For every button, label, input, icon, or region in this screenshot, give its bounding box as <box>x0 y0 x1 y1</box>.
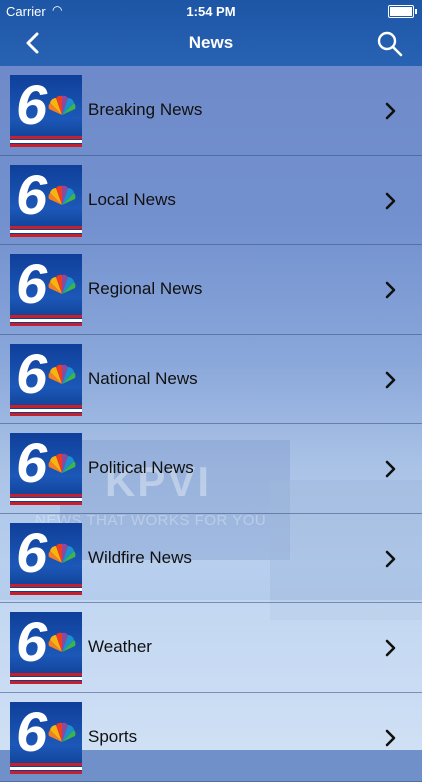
news-category-list: 6 Breaking News 6 <box>0 66 422 782</box>
status-bar: Carrier ◠ 1:54 PM <box>0 0 422 22</box>
channel-6-logo-icon: 6 <box>10 523 82 595</box>
list-item-label: Breaking News <box>88 100 202 120</box>
page-title: News <box>0 33 422 53</box>
list-item-label: Regional News <box>88 279 202 299</box>
channel-6-logo-icon: 6 <box>10 165 82 237</box>
list-item-label: Weather <box>88 637 152 657</box>
list-item-political-news[interactable]: 6 Political News <box>0 424 422 514</box>
list-item-national-news[interactable]: 6 National News <box>0 335 422 425</box>
chevron-right-icon <box>384 371 398 389</box>
peacock-icon <box>48 543 76 565</box>
chevron-right-icon <box>384 729 398 747</box>
channel-6-logo-icon: 6 <box>10 75 82 147</box>
list-item-breaking-news[interactable]: 6 Breaking News <box>0 66 422 156</box>
chevron-right-icon <box>384 192 398 210</box>
list-item-wildfire-news[interactable]: 6 Wildfire News <box>0 514 422 604</box>
chevron-right-icon <box>384 550 398 568</box>
list-item-label: Local News <box>88 190 176 210</box>
peacock-icon <box>48 722 76 744</box>
chevron-right-icon <box>384 281 398 299</box>
status-time: 1:54 PM <box>0 4 422 19</box>
peacock-icon <box>48 453 76 475</box>
battery-icon <box>388 5 414 18</box>
peacock-icon <box>48 274 76 296</box>
peacock-icon <box>48 632 76 654</box>
list-item-weather[interactable]: 6 Weather <box>0 603 422 693</box>
channel-6-logo-icon: 6 <box>10 344 82 416</box>
chevron-right-icon <box>384 102 398 120</box>
chevron-right-icon <box>384 639 398 657</box>
channel-6-logo-icon: 6 <box>10 702 82 774</box>
list-item-label: Sports <box>88 727 137 747</box>
channel-6-logo-icon: 6 <box>10 254 82 326</box>
chevron-right-icon <box>384 460 398 478</box>
list-item-sports[interactable]: 6 Sports <box>0 693 422 782</box>
channel-6-logo-icon: 6 <box>10 433 82 505</box>
peacock-icon <box>48 95 76 117</box>
list-item-regional-news[interactable]: 6 Regional News <box>0 245 422 335</box>
list-item-label: Political News <box>88 458 194 478</box>
peacock-icon <box>48 364 76 386</box>
list-item-label: Wildfire News <box>88 548 192 568</box>
channel-6-logo-icon: 6 <box>10 612 82 684</box>
list-item-local-news[interactable]: 6 Local News <box>0 156 422 246</box>
peacock-icon <box>48 185 76 207</box>
list-item-label: National News <box>88 369 198 389</box>
search-icon[interactable] <box>376 30 404 58</box>
